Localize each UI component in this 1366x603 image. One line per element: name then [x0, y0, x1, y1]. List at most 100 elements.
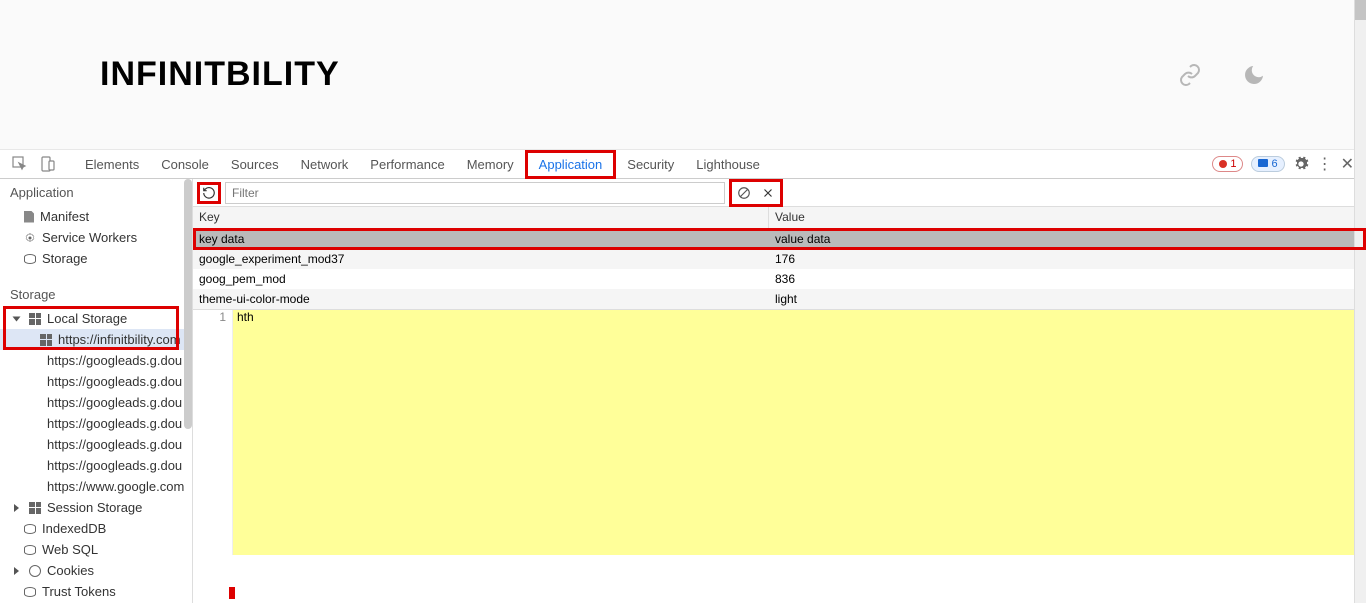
db-icon [24, 587, 36, 597]
tab-network[interactable]: Network [290, 150, 360, 179]
storage-toolbar [193, 179, 1366, 207]
tab-performance[interactable]: Performance [359, 150, 455, 179]
tool-group-clear [729, 179, 783, 207]
sidebar-label: https://infinitbility.com [58, 332, 181, 347]
sidebar-origin[interactable]: https://googleads.g.dou [0, 455, 192, 476]
grid-icon [40, 481, 41, 493]
sidebar-item-indexeddb[interactable]: IndexedDB [0, 518, 192, 539]
settings-icon[interactable] [1293, 156, 1309, 172]
sidebar-label: Local Storage [47, 311, 127, 326]
detail-gutter-spacer [193, 555, 1366, 603]
close-devtools-icon[interactable]: ✕ [1341, 154, 1354, 174]
inspect-icon[interactable] [12, 156, 28, 172]
refresh-button[interactable] [197, 182, 221, 204]
cell-value: value data [769, 230, 1366, 248]
line-number: 1 [193, 310, 233, 555]
kebab-icon[interactable]: ⋮ [1317, 154, 1333, 174]
header-actions [1178, 63, 1266, 87]
device-icon[interactable] [40, 156, 56, 172]
tab-memory[interactable]: Memory [456, 150, 525, 179]
website-header: INFINITBILITY [0, 0, 1366, 150]
sidebar-item-local-storage[interactable]: Local Storage [0, 308, 192, 329]
tab-console[interactable]: Console [150, 150, 220, 179]
sidebar-origin-infinitbility[interactable]: https://infinitbility.com [0, 329, 192, 350]
error-badge[interactable]: 1 [1212, 156, 1243, 172]
cookie-icon [29, 565, 41, 577]
sidebar-origin[interactable]: https://googleads.g.dou [0, 434, 192, 455]
sidebar-origin[interactable]: https://googleads.g.dou [0, 413, 192, 434]
sidebar-origin[interactable]: https://googleads.g.dou [0, 371, 192, 392]
grid-icon [29, 502, 41, 514]
brand-logo: INFINITBILITY [100, 55, 340, 94]
tab-security[interactable]: Security [616, 150, 685, 179]
tab-application[interactable]: Application [525, 150, 617, 179]
sidebar-label: https://googleads.g.dou [47, 416, 182, 431]
sidebar-label: https://googleads.g.dou [47, 374, 182, 389]
application-panel: Application Manifest Service Workers Sto… [0, 179, 1366, 603]
filter-input[interactable] [225, 182, 725, 204]
sidebar-origin[interactable]: https://googleads.g.dou [0, 350, 192, 371]
table-row[interactable]: key data value data [193, 229, 1366, 249]
delete-button[interactable] [756, 182, 780, 204]
file-icon [24, 211, 34, 223]
sidebar-label: https://googleads.g.dou [47, 353, 182, 368]
sidebar-item-session-storage[interactable]: Session Storage [0, 497, 192, 518]
chevron-right-icon [14, 504, 19, 512]
cell-key: key data [193, 230, 769, 248]
sidebar-label: Trust Tokens [42, 584, 116, 599]
scrollbar-thumb[interactable] [184, 179, 192, 429]
info-count: 6 [1271, 158, 1277, 170]
link-icon[interactable] [1178, 63, 1202, 87]
sidebar-label: Service Workers [42, 230, 137, 245]
sidebar-origin[interactable]: https://www.google.com [0, 476, 192, 497]
gear-icon [24, 232, 36, 244]
storage-table-header: Key Value [193, 207, 1366, 229]
cell-value: 836 [769, 270, 1366, 288]
grid-icon [40, 355, 41, 367]
info-badge[interactable]: 6 [1251, 156, 1284, 172]
value-text: hth [237, 310, 254, 324]
sidebar-item-service-workers[interactable]: Service Workers [0, 227, 192, 248]
sidebar-label: Manifest [40, 209, 89, 224]
sidebar-label: https://googleads.g.dou [47, 437, 182, 452]
sidebar-item-websql[interactable]: Web SQL [0, 539, 192, 560]
tab-elements[interactable]: Elements [74, 150, 150, 179]
table-row[interactable]: goog_pem_mod 836 [193, 269, 1366, 289]
value-detail-pane: 1 hth [193, 309, 1366, 555]
db-icon [24, 254, 36, 264]
column-header-value[interactable]: Value [769, 207, 1366, 228]
grid-icon [40, 376, 41, 388]
sidebar-label: https://googleads.g.dou [47, 458, 182, 473]
tab-lighthouse[interactable]: Lighthouse [685, 150, 771, 179]
page-scrollbar[interactable] [1354, 0, 1366, 603]
sidebar-label: Storage [42, 251, 88, 266]
dark-mode-icon[interactable] [1242, 63, 1266, 87]
column-header-key[interactable]: Key [193, 207, 769, 228]
cell-value: light [769, 290, 1366, 308]
chevron-right-icon [14, 567, 19, 575]
sidebar-item-trust-tokens[interactable]: Trust Tokens [0, 581, 192, 602]
grid-icon [40, 439, 41, 451]
sidebar-item-cookies[interactable]: Cookies [0, 560, 192, 581]
tab-sources[interactable]: Sources [220, 150, 290, 179]
grid-icon [29, 313, 41, 325]
scroll-up-button[interactable] [1355, 0, 1366, 20]
value-content[interactable]: hth [233, 310, 1366, 555]
devtools-tabbar: Elements Console Sources Network Perform… [0, 150, 1366, 179]
storage-table-body: key data value data google_experiment_mo… [193, 229, 1366, 309]
table-row[interactable]: theme-ui-color-mode light [193, 289, 1366, 309]
sidebar-label: Web SQL [42, 542, 98, 557]
sidebar-section-storage: Storage [0, 281, 192, 308]
chevron-down-icon [13, 316, 21, 321]
sidebar-item-storage[interactable]: Storage [0, 248, 192, 269]
sidebar-label: Session Storage [47, 500, 142, 515]
sidebar-item-manifest[interactable]: Manifest [0, 206, 192, 227]
table-row[interactable]: google_experiment_mod37 176 [193, 249, 1366, 269]
sidebar-label: Cookies [47, 563, 94, 578]
clear-all-button[interactable] [732, 182, 756, 204]
sidebar-origin[interactable]: https://googleads.g.dou [0, 392, 192, 413]
error-count: 1 [1230, 158, 1236, 170]
cell-key: goog_pem_mod [193, 270, 769, 288]
cell-key: theme-ui-color-mode [193, 290, 769, 308]
grid-icon [40, 397, 41, 409]
